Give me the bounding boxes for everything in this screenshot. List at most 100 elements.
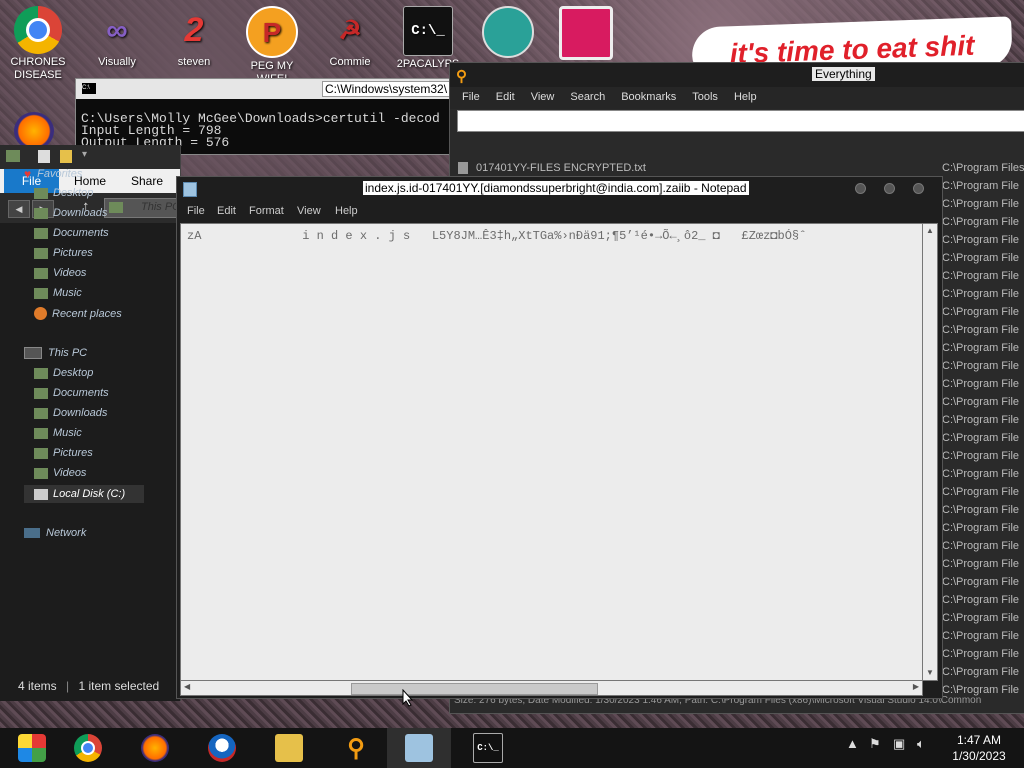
nav-pc-documents[interactable]: Documents	[34, 387, 109, 399]
taskbar-cmd[interactable]: C:\_	[456, 728, 520, 768]
result-path: C:\Program File	[942, 378, 1020, 390]
visual-studio-icon: ∞	[106, 13, 128, 47]
maximize-button[interactable]	[884, 183, 895, 194]
vertical-scrollbar[interactable]: ▲ ▼	[922, 223, 938, 681]
nav-fav-downloads[interactable]: Downloads	[34, 207, 107, 219]
desktop-icon-chrones-disease[interactable]: CHRONES DISEASE	[0, 6, 76, 82]
nav-pc-music[interactable]: Music	[34, 427, 82, 439]
taskbar-chrome[interactable]	[56, 728, 120, 768]
notepad-text-area[interactable]: zA i n d e x . j s L5Y8JM…Ê3‡h„XtTGa%›nÐ…	[180, 223, 923, 681]
nav-pc-downloads[interactable]: Downloads	[34, 407, 107, 419]
cmd-icon: C:\_	[473, 733, 503, 763]
result-path: C:\Program File	[942, 342, 1020, 354]
chevron-down-icon[interactable]: ▾	[82, 149, 87, 160]
minimize-button[interactable]	[855, 183, 866, 194]
menu-view[interactable]: View	[523, 87, 563, 109]
desktop-icon-visually[interactable]: ∞ Visually	[79, 6, 155, 69]
cmd-window[interactable]: C:\ C:\Windows\system32\ C:\Users\Molly …	[75, 78, 458, 155]
tab-share[interactable]: Share	[131, 174, 163, 188]
menu-help[interactable]: Help	[726, 87, 765, 109]
nav-fav-desktop[interactable]: Desktop	[34, 187, 93, 199]
nav-favorites[interactable]: ♥ Favorites	[24, 167, 82, 181]
taskbar-notepad[interactable]	[387, 728, 451, 768]
nav-fav-pictures[interactable]: Pictures	[34, 247, 93, 259]
network-tray-icon[interactable]: ▣	[893, 736, 905, 752]
nav-fav-videos[interactable]: Videos	[34, 267, 86, 279]
nav-fav-documents[interactable]: Documents	[34, 227, 109, 239]
action-center-flag-icon[interactable]: ⚑	[869, 736, 881, 752]
nav-label: Videos	[53, 467, 87, 479]
taskbar-firefox[interactable]	[123, 728, 187, 768]
santa-icon	[482, 6, 534, 58]
nav-pc-pictures[interactable]: Pictures	[34, 447, 93, 459]
cmd-title-bar[interactable]: C:\ C:\Windows\system32\	[76, 79, 458, 99]
desktop-icon-peg-my-wife[interactable]: P PEG MY WIFE!	[234, 6, 310, 86]
horizontal-scrollbar[interactable]: ◀ ▶	[180, 680, 923, 696]
status-items-count: 4 items	[18, 679, 57, 693]
desktop-icon-commie[interactable]: ☭ Commie	[312, 6, 388, 69]
nav-network[interactable]: Network	[24, 527, 86, 539]
system-clock[interactable]: 1:47 AM 1/30/2023	[944, 732, 1014, 764]
nav-fav-music[interactable]: Music	[34, 287, 82, 299]
nav-pc-local-disk[interactable]: Local Disk (C:)	[24, 485, 144, 503]
file-explorer-icon	[275, 734, 303, 762]
notepad-title-bar[interactable]: index.js.id-017401YY.[diamondssuperbrigh…	[177, 177, 942, 200]
menu-bookmarks[interactable]: Bookmarks	[613, 87, 684, 109]
new-folder-icon[interactable]	[60, 150, 72, 163]
result-filename: 017401YY-FILES ENCRYPTED.txt	[476, 162, 646, 174]
menu-help[interactable]: Help	[335, 205, 358, 217]
back-button[interactable]: ◀	[8, 200, 30, 218]
desktop-icon-label: CHRONES DISEASE	[10, 56, 66, 81]
volume-icon[interactable]: 🔈︎	[917, 736, 925, 752]
nav-label: Music	[53, 427, 82, 439]
pictures-folder-icon	[34, 247, 48, 259]
desktop-icon-steven[interactable]: 2 steven	[156, 6, 232, 69]
resize-grip-icon[interactable]	[924, 680, 936, 694]
firefox-icon	[141, 734, 169, 762]
desktop-folder-icon	[34, 187, 48, 199]
menu-tools[interactable]: Tools	[684, 87, 726, 109]
scroll-down-arrow-icon[interactable]: ▼	[923, 666, 937, 680]
everything-search-input[interactable]	[457, 110, 1024, 132]
desktop-icon-monitor[interactable]	[548, 6, 624, 62]
menu-view[interactable]: View	[297, 205, 321, 217]
nav-pc-videos[interactable]: Videos	[34, 467, 86, 479]
menu-file[interactable]: File	[454, 87, 488, 109]
taskbar-everything[interactable]: ⚲	[324, 728, 388, 768]
notepad-window[interactable]: index.js.id-017401YY.[diamondssuperbrigh…	[176, 176, 943, 699]
properties-icon[interactable]	[38, 150, 50, 163]
nav-label: Recent places	[52, 307, 122, 320]
desktop-icon-santa[interactable]	[470, 6, 546, 60]
show-hidden-icons-chevron-icon[interactable]: ▲	[846, 736, 859, 751]
taskbar-file-explorer[interactable]	[257, 728, 321, 768]
close-button[interactable]	[913, 183, 924, 194]
menu-search[interactable]: Search	[562, 87, 613, 109]
menu-format[interactable]: Format	[249, 205, 284, 217]
nav-this-pc[interactable]: This PC	[24, 347, 87, 359]
result-path: C:\Program File	[942, 666, 1020, 678]
desktop-icon-label: Commie	[329, 56, 371, 68]
everything-result-row[interactable]: 017401YY-FILES ENCRYPTED.txt C:\Program F…	[450, 159, 1024, 177]
clock-date: 1/30/2023	[952, 749, 1006, 763]
nav-fav-recent-places[interactable]: Recent places	[34, 307, 122, 320]
notepad-title: index.js.id-017401YY.[diamondssuperbrigh…	[363, 181, 749, 195]
horizontal-scroll-thumb[interactable]	[351, 683, 598, 695]
menu-file[interactable]: File	[187, 205, 205, 217]
menu-edit[interactable]: Edit	[217, 205, 236, 217]
start-button[interactable]	[0, 728, 64, 768]
nav-pc-desktop[interactable]: Desktop	[34, 367, 93, 379]
nav-label: Documents	[53, 227, 109, 239]
scroll-left-arrow-icon[interactable]: ◀	[184, 682, 190, 691]
result-path: C:\Program File	[942, 270, 1020, 282]
menu-edit[interactable]: Edit	[488, 87, 523, 109]
everything-title-bar[interactable]: ⚲ Everything	[450, 63, 1024, 87]
notepad-icon	[183, 182, 197, 197]
cmd-title: C:\Windows\system32\	[322, 81, 458, 97]
nav-label: Music	[53, 287, 82, 299]
address-bar[interactable]: This PC	[104, 198, 182, 218]
taskbar-obama[interactable]	[190, 728, 254, 768]
scroll-up-arrow-icon[interactable]: ▲	[923, 224, 937, 238]
file-explorer-window[interactable]: ▾ File Home Share ◀ ▶ ↑ This PC ♥Favorit…	[0, 145, 182, 701]
cmd-icon: C:\	[82, 83, 96, 94]
scroll-right-arrow-icon[interactable]: ▶	[913, 682, 919, 691]
